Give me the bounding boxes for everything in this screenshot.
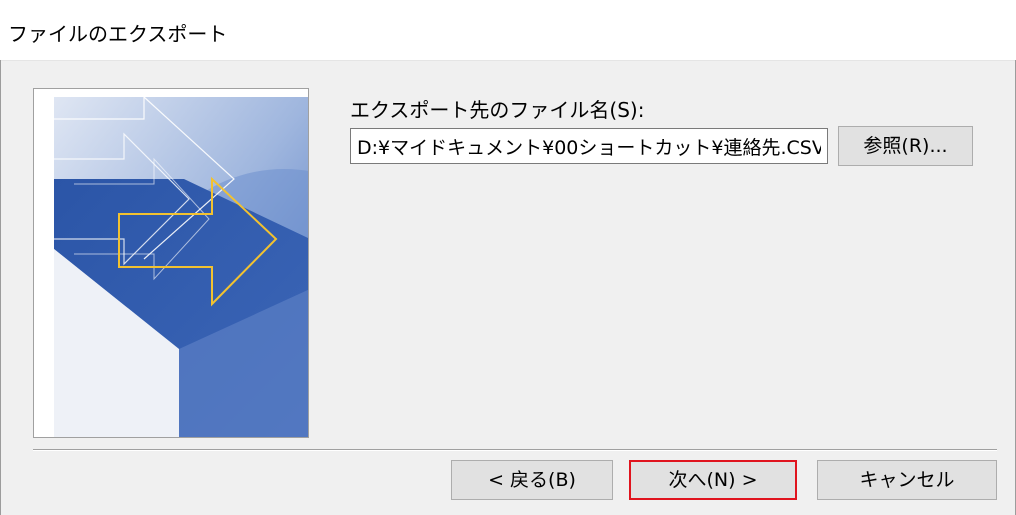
cancel-button[interactable]: キャンセル [817,460,997,500]
export-path-input[interactable] [350,128,828,164]
title-bar: ファイルのエクスポート [0,0,1016,61]
window-border-left [0,60,1,515]
wizard-illustration [33,88,309,438]
export-dialog: ファイルのエクスポート エクスポート先のファイル名(S): D:¥マイドキュメン… [0,0,1016,515]
wizard-arrows-graphic [34,89,308,437]
footer-separator [33,449,997,451]
dialog-title: ファイルのエクスポート [8,22,228,46]
browse-button[interactable]: 参照(R)... [838,126,973,166]
next-button[interactable]: 次へ(N) > [629,460,797,500]
filename-label: エクスポート先のファイル名(S): [350,98,645,122]
back-button[interactable]: < 戻る(B) [451,460,613,500]
